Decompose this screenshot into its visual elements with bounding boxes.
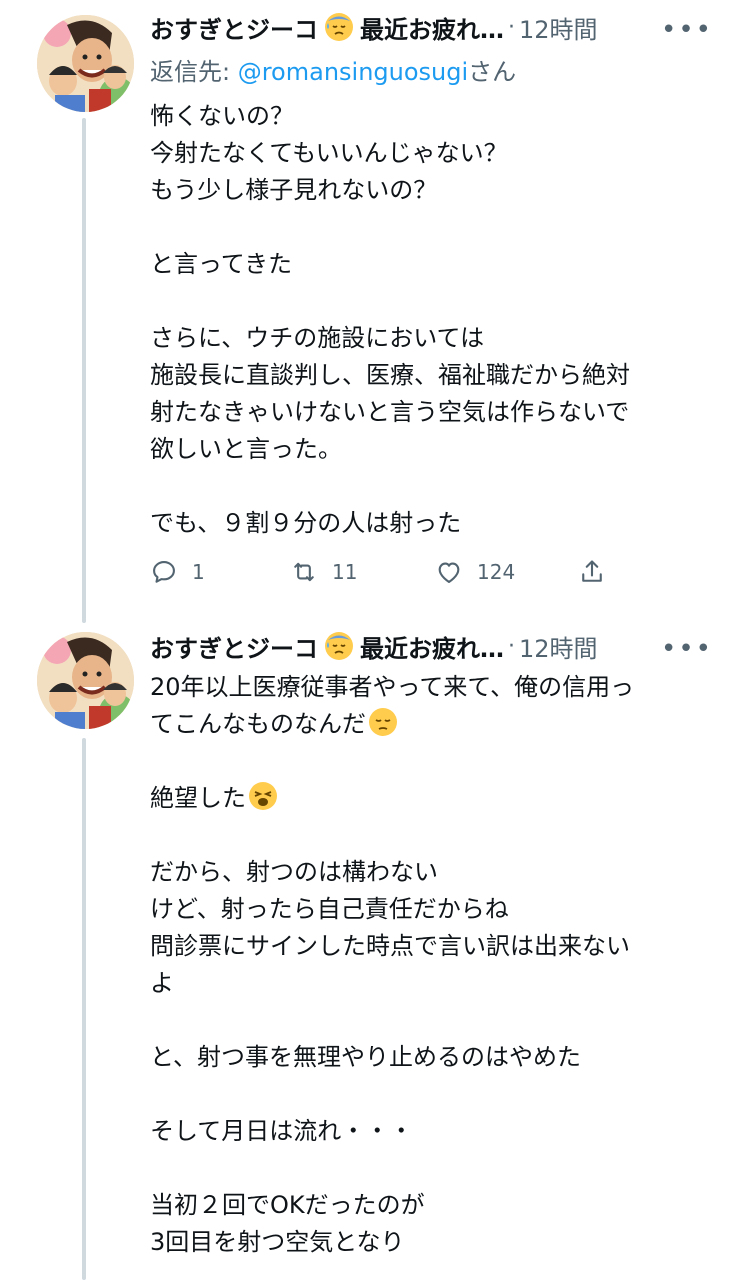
text-fragment: てこんなものなんだ — [150, 710, 366, 738]
author-name-suffix[interactable]: 最近お疲れ… — [360, 10, 504, 45]
text-line: そして月日は流れ・・・ — [150, 1117, 414, 1145]
downcast-sweat-emoji-icon — [324, 12, 354, 42]
retweet-button[interactable]: 11 — [290, 554, 357, 590]
weary-face-emoji-icon — [248, 781, 278, 811]
reply-button[interactable]: 1 — [150, 554, 205, 590]
share-button[interactable] — [578, 554, 606, 590]
avatar[interactable] — [37, 15, 134, 112]
text-line: もう少し様子見れないの？ — [150, 176, 438, 204]
text-line: よ — [150, 969, 174, 997]
like-button[interactable]: 124 — [435, 554, 515, 590]
pensive-face-emoji-icon — [368, 707, 398, 737]
reply-icon — [153, 561, 175, 583]
tweet[interactable]: おすぎとジーコ 最近お疲れ… · 12時間 ••• 返信先: @romansin… — [0, 0, 743, 620]
reply-suffix: さん — [468, 58, 517, 86]
like-count: 124 — [477, 560, 516, 584]
text-line: と言ってきた — [150, 250, 293, 278]
text-line: 怖くないの？ — [150, 102, 294, 130]
text-line: 当初２回でOKだったのが — [150, 1191, 425, 1219]
timestamp[interactable]: 12時間 — [519, 629, 598, 664]
reply-prefix: 返信先: — [150, 58, 238, 86]
text-line: 問診票にサインした時点で言い訳は出来ない — [150, 932, 630, 960]
text-line: でも、９割９分の人は射った — [150, 509, 462, 537]
tweet-header: おすぎとジーコ 最近お疲れ… · 12時間 ••• — [150, 624, 713, 668]
avatar[interactable] — [37, 632, 134, 729]
text-line: 欲しいと言った。 — [150, 435, 342, 463]
retweet-icon — [294, 562, 314, 582]
share-icon — [582, 560, 602, 582]
text-line: 今射たなくてもいいんじゃない？ — [150, 139, 508, 167]
tweet-header: おすぎとジーコ 最近お疲れ… · 12時間 ••• — [150, 5, 713, 49]
text-line: けど、射ったら自己責任だからね — [150, 895, 509, 923]
separator-dot: · — [508, 633, 515, 659]
more-icon[interactable]: ••• — [661, 15, 713, 45]
downcast-sweat-emoji-icon — [324, 631, 354, 661]
separator-dot: · — [508, 14, 515, 40]
text-line: だから、射つのは構わない — [150, 858, 438, 886]
author-name[interactable]: おすぎとジーコ — [150, 629, 318, 664]
tweet-text: 怖くないの？ 今射たなくてもいいんじゃない？ もう少し様子見れないの？ と言って… — [150, 98, 710, 542]
text-line-with-emoji: 絶望した — [150, 780, 710, 817]
more-icon[interactable]: ••• — [661, 634, 713, 664]
reply-to: 返信先: @romansinguosugiさん — [150, 52, 516, 87]
text-line: 射たなきゃいけないと言う空気は作らないで — [150, 398, 630, 426]
reply-count: 1 — [192, 560, 205, 584]
author-name[interactable]: おすぎとジーコ — [150, 10, 318, 45]
text-line-with-emoji: てこんなものなんだ — [150, 706, 710, 743]
text-line: さらに、ウチの施設においては — [150, 324, 485, 352]
tweet-actions: 1 11 124 — [150, 554, 630, 590]
text-fragment: 絶望した — [150, 784, 246, 812]
tweet[interactable]: おすぎとジーコ 最近お疲れ… · 12時間 ••• 20年以上医療従事者やって来… — [0, 620, 743, 1280]
text-line: 施設長に直談判し、医療、福祉職だから絶対 — [150, 361, 630, 389]
text-line: 20年以上医療従事者やって来て、俺の信用っ — [150, 673, 635, 701]
tweet-text: 20年以上医療従事者やって来て、俺の信用っ てこんなものなんだ 絶望した だから… — [150, 669, 710, 1261]
text-line: 3回目を射つ空気となり — [150, 1228, 405, 1256]
text-line: と、射つ事を無理やり止めるのはやめた — [150, 1043, 582, 1071]
reply-handle-link[interactable]: @romansinguosugi — [238, 58, 468, 86]
retweet-count: 11 — [332, 560, 358, 584]
timestamp[interactable]: 12時間 — [519, 10, 598, 45]
author-name-suffix[interactable]: 最近お疲れ… — [360, 629, 504, 664]
heart-icon — [438, 562, 460, 583]
